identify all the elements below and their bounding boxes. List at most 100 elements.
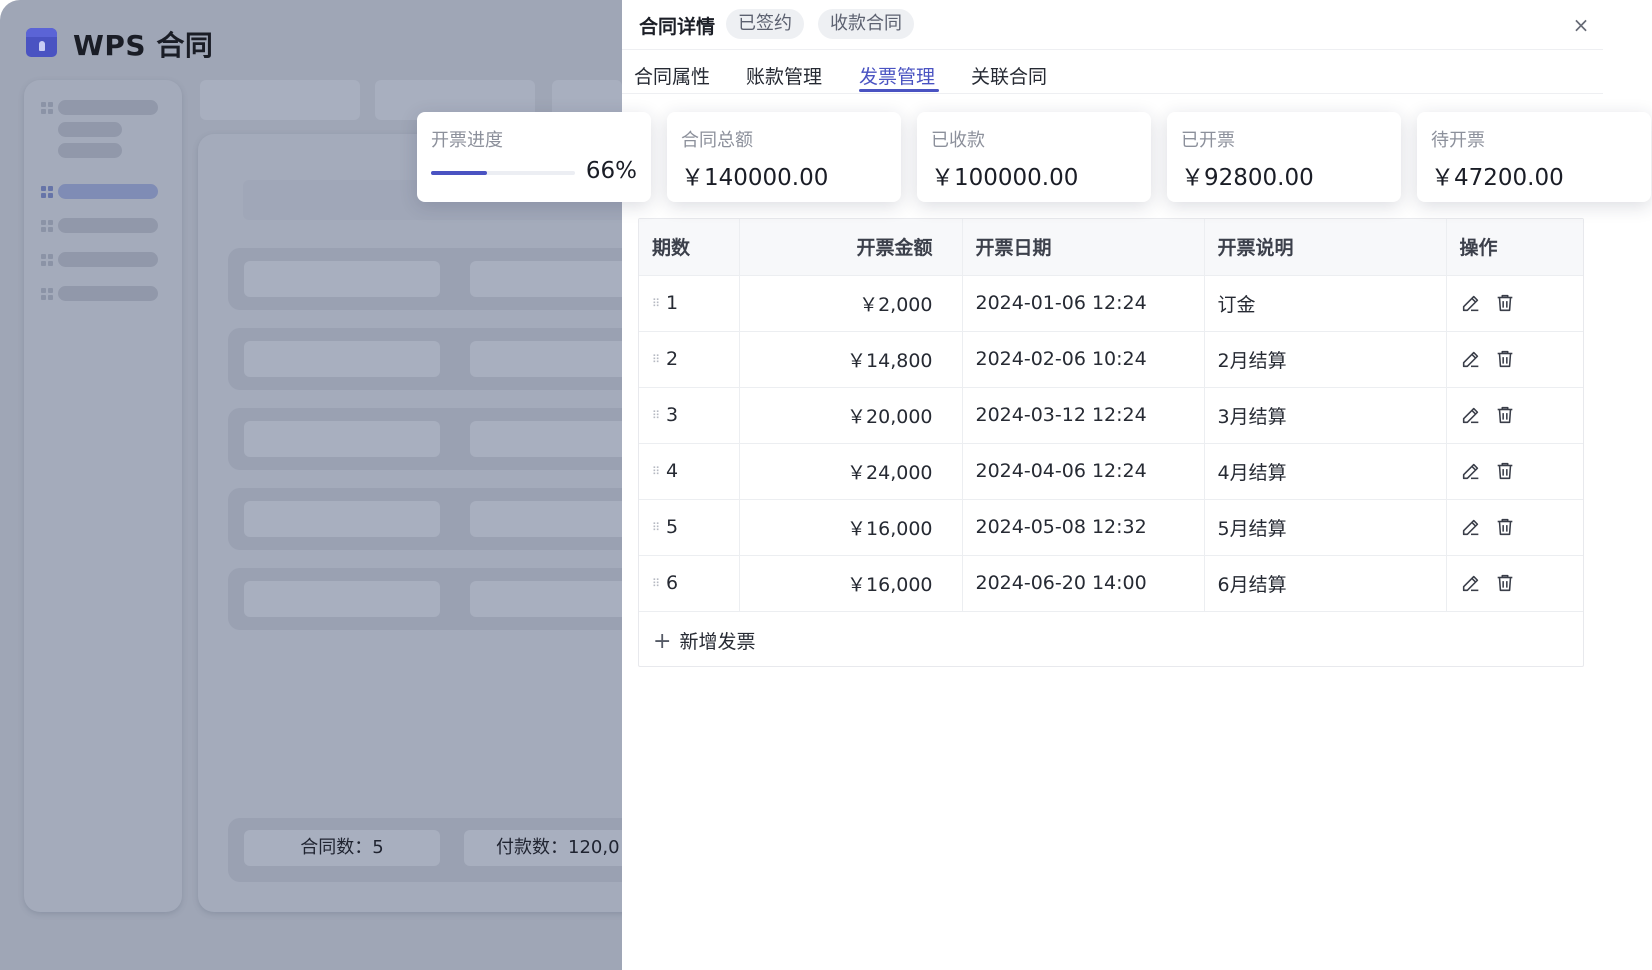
grid-icon — [41, 288, 53, 300]
sidebar-subitem[interactable] — [58, 122, 122, 137]
cell-amount: ￥16,000 — [738, 555, 962, 612]
type-tag-receivable: 收款合同 — [818, 9, 914, 39]
pencil-icon[interactable] — [1460, 516, 1482, 538]
table-row[interactable]: ⠿ 4 ￥24,000 2024-04-06 12:24 4月结算 — [639, 443, 1583, 500]
period-value: 3 — [666, 404, 679, 426]
drag-handle-icon[interactable]: ⠿ — [652, 465, 660, 478]
pencil-icon[interactable] — [1460, 348, 1482, 370]
add-invoice-label: 新增发票 — [679, 631, 756, 653]
drag-handle-icon[interactable]: ⠿ — [652, 297, 660, 310]
table-row[interactable]: ⠿ 3 ￥20,000 2024-03-12 12:24 3月结算 — [639, 387, 1583, 444]
col-period: 期数 — [639, 219, 739, 276]
tab-contract-properties[interactable]: 合同属性 — [634, 62, 710, 89]
trash-icon[interactable] — [1494, 572, 1516, 594]
sidebar-item-active[interactable] — [58, 184, 158, 199]
stat-card-total: 合同总额 ￥140000.00 — [667, 112, 901, 202]
add-invoice-button[interactable]: + 新增发票 — [653, 627, 755, 654]
trash-icon[interactable] — [1494, 460, 1516, 482]
sidebar-subitem[interactable] — [58, 143, 122, 158]
trash-icon[interactable] — [1494, 292, 1516, 314]
bg-cell — [470, 501, 638, 537]
drag-handle-icon[interactable]: ⠿ — [652, 521, 660, 534]
bg-cell — [470, 341, 638, 377]
cell-note: 4月结算 — [1203, 443, 1446, 500]
sidebar-item[interactable] — [58, 252, 158, 267]
stat-card-pending: 待开票 ￥47200.00 — [1417, 112, 1651, 202]
col-actions: 操作 — [1445, 219, 1583, 276]
table-row[interactable]: ⠿ 2 ￥14,800 2024-02-06 10:24 2月结算 — [639, 331, 1583, 388]
tab-invoices[interactable]: 发票管理 — [859, 62, 935, 89]
plus-icon: + — [653, 629, 672, 654]
drag-handle-icon[interactable]: ⠿ — [652, 577, 660, 590]
cell-date: 2024-03-12 12:24 — [961, 387, 1204, 444]
cell-actions — [1445, 555, 1583, 612]
drag-handle-icon[interactable]: ⠿ — [652, 353, 660, 366]
cell-actions — [1445, 387, 1583, 444]
cell-period: ⠿ 4 — [639, 443, 739, 500]
stat-value: ￥92800.00 — [1181, 165, 1314, 191]
pencil-icon[interactable] — [1460, 572, 1482, 594]
sidebar-item[interactable] — [58, 100, 158, 115]
summary-footer: 合同数：5 付款数：120,0 — [228, 818, 638, 882]
tab-accounts[interactable]: 账款管理 — [746, 62, 822, 89]
cell-period: ⠿ 6 — [639, 555, 739, 612]
bg-cell — [244, 341, 440, 377]
sidebar-item[interactable] — [58, 286, 158, 301]
trash-icon[interactable] — [1494, 516, 1516, 538]
cell-actions — [1445, 275, 1583, 332]
bg-cell — [244, 261, 440, 297]
drag-handle-icon[interactable]: ⠿ — [652, 409, 660, 422]
stat-label: 已收款 — [931, 130, 985, 151]
table-row[interactable]: ⠿ 6 ￥16,000 2024-06-20 14:00 6月结算 — [639, 555, 1583, 612]
period-value: 6 — [666, 572, 679, 594]
add-invoice-row: + 新增发票 — [639, 613, 1583, 667]
stat-label: 合同总额 — [681, 130, 753, 151]
period-value: 1 — [666, 292, 679, 314]
progress-bar — [431, 171, 575, 175]
grid-icon — [41, 254, 53, 266]
stat-label: 已开票 — [1181, 130, 1235, 151]
grid-icon — [41, 102, 53, 114]
cell-note: 5月结算 — [1203, 499, 1446, 556]
status-tag-signed: 已签约 — [726, 9, 804, 39]
stat-value: ￥100000.00 — [931, 165, 1079, 191]
cell-amount: ￥16,000 — [738, 499, 962, 556]
table-header-row: 期数 开票金额 开票日期 开票说明 操作 — [639, 219, 1583, 276]
cell-date: 2024-01-06 12:24 — [961, 275, 1204, 332]
col-date: 开票日期 — [961, 219, 1204, 276]
tab-related-contracts[interactable]: 关联合同 — [971, 62, 1047, 89]
table-row[interactable]: ⠿ 1 ￥2,000 2024-01-06 12:24 订金 — [639, 275, 1583, 332]
stat-label: 待开票 — [1431, 130, 1485, 151]
trash-icon[interactable] — [1494, 404, 1516, 426]
period-value: 5 — [666, 516, 679, 538]
cell-period: ⠿ 5 — [639, 499, 739, 556]
pencil-icon[interactable] — [1460, 404, 1482, 426]
cell-note: 3月结算 — [1203, 387, 1446, 444]
cell-date: 2024-06-20 14:00 — [961, 555, 1204, 612]
cell-date: 2024-05-08 12:32 — [961, 499, 1204, 556]
cell-amount: ￥24,000 — [738, 443, 962, 500]
table-row[interactable]: ⠿ 5 ￥16,000 2024-05-08 12:32 5月结算 — [639, 499, 1583, 556]
contract-count: 合同数：5 — [244, 830, 440, 866]
bg-cell — [470, 421, 638, 457]
cell-amount: ￥20,000 — [738, 387, 962, 444]
cell-actions — [1445, 499, 1583, 556]
cell-date: 2024-04-06 12:24 — [961, 443, 1204, 500]
period-value: 2 — [666, 348, 679, 370]
progress-bar-fill — [431, 171, 487, 175]
cell-note: 订金 — [1203, 275, 1446, 332]
trash-icon[interactable] — [1494, 348, 1516, 370]
bg-top-tab[interactable] — [200, 80, 360, 120]
col-note: 开票说明 — [1203, 219, 1446, 276]
pencil-icon[interactable] — [1460, 460, 1482, 482]
close-icon[interactable]: × — [1569, 13, 1593, 37]
pencil-icon[interactable] — [1460, 292, 1482, 314]
sidebar-item[interactable] — [58, 218, 158, 233]
cell-period: ⠿ 2 — [639, 331, 739, 388]
cell-note: 2月结算 — [1203, 331, 1446, 388]
progress-label: 开票进度 — [431, 130, 503, 151]
cell-actions — [1445, 443, 1583, 500]
drawer-title: 合同详情 — [639, 16, 716, 38]
bg-cell — [244, 421, 440, 457]
grid-icon — [41, 220, 53, 232]
